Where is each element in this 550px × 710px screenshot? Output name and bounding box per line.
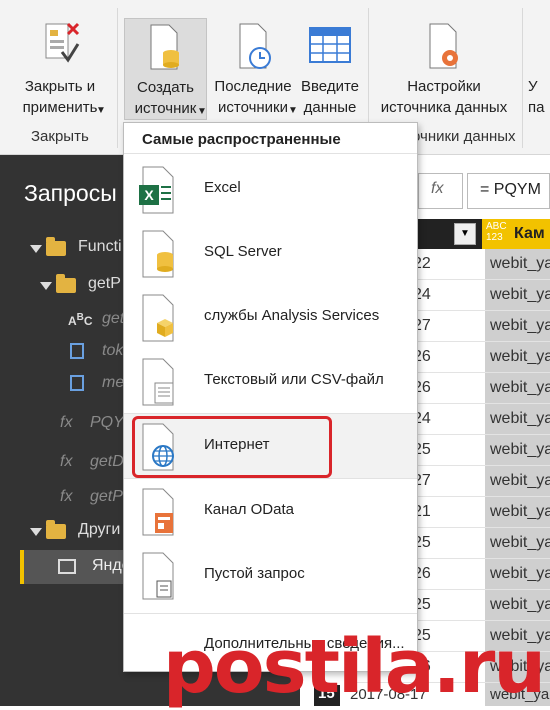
function-icon: fx — [60, 488, 73, 505]
recent-sources-button[interactable]: Последние источники ▼ — [210, 18, 298, 118]
dropdown-divider — [124, 613, 417, 614]
table-icon — [58, 559, 76, 574]
folder-icon — [46, 237, 66, 256]
close-apply-button[interactable]: Закрыть и применить ▼ — [8, 18, 112, 118]
formula-input[interactable]: = PQYM — [467, 173, 550, 209]
column-header-label: Кам — [514, 225, 545, 242]
new-source-button[interactable]: Создать источник ▼ — [124, 18, 207, 120]
table-icon — [309, 27, 351, 63]
function-icon: fx — [60, 414, 73, 431]
partial-ribbon-button[interactable]: У па — [528, 76, 550, 120]
menu-item-text-csv[interactable]: Текстовый или CSV-файл — [124, 349, 417, 413]
query-item-getp[interactable]: getP — [90, 488, 123, 506]
query-item-getd[interactable]: getD — [90, 453, 124, 471]
table-icon — [70, 343, 84, 359]
menu-item-sql-server[interactable]: SQL Server — [124, 221, 417, 285]
new-source-label: Создать источник — [134, 79, 197, 117]
expand-arrow-icon[interactable] — [30, 528, 42, 536]
dropdown-divider — [124, 153, 417, 154]
highlight-frame — [132, 416, 332, 478]
data-source-settings-button[interactable]: Настройки источника данных — [374, 18, 514, 118]
settings-gear-icon — [429, 23, 458, 69]
menu-item-label: Пустой запрос — [204, 565, 305, 582]
function-icon: fx — [60, 453, 73, 470]
new-source-icon — [150, 24, 179, 70]
enter-data-button[interactable]: Введите данные — [298, 18, 362, 118]
close-apply-icon — [45, 22, 80, 63]
folder-icon — [46, 520, 66, 539]
query-folder-functions[interactable]: Functi — [78, 238, 122, 256]
query-item-me[interactable]: me — [102, 374, 124, 392]
odata-icon — [142, 488, 174, 536]
ribbon-separator — [117, 8, 118, 148]
svg-text:X: X — [144, 187, 154, 203]
query-item-get[interactable]: get — [102, 310, 124, 328]
data-source-settings-label: Настройки источника данных — [380, 78, 508, 116]
partial-ribbon-label-2: па — [528, 99, 545, 116]
partial-ribbon-label-1: У — [528, 78, 538, 95]
cube-icon — [142, 294, 174, 342]
text-type-icon: ABC — [68, 312, 93, 328]
expand-arrow-icon[interactable] — [30, 245, 42, 253]
chevron-down-icon: ▼ — [96, 105, 106, 116]
enter-data-label: Введите данные — [301, 78, 359, 116]
column-filter-button[interactable]: ▼ — [454, 223, 476, 245]
table-icon — [70, 375, 84, 391]
excel-icon: X — [139, 166, 174, 214]
menu-item-odata[interactable]: Канал OData — [124, 479, 417, 543]
text-file-icon — [142, 358, 174, 406]
queries-title: Запросы — [24, 180, 117, 206]
database-icon — [142, 230, 174, 278]
chevron-down-icon: ▼ — [288, 105, 298, 116]
query-item-tok[interactable]: tok — [102, 342, 123, 360]
new-source-dropdown: Самые распространенные X Excel SQL Serve… — [123, 122, 418, 672]
query-folder-getp[interactable]: getP — [88, 275, 121, 293]
group-data-sources-label: очники данных — [412, 128, 516, 145]
type-any-icon: ABC 123 — [486, 221, 507, 243]
chevron-down-icon: ▼ — [197, 106, 207, 117]
group-close-label: Закрыть — [31, 128, 89, 145]
menu-item-label: службы Analysis Services — [204, 307, 380, 324]
recent-sources-label: Последние источники — [214, 78, 292, 116]
blank-query-icon — [142, 552, 174, 600]
folder-icon — [56, 274, 76, 293]
menu-item-label: Excel — [204, 179, 241, 196]
query-item-pqy[interactable]: PQY — [90, 414, 124, 432]
menu-item-excel[interactable]: X Excel — [124, 157, 417, 221]
fx-button[interactable]: fx — [418, 173, 463, 209]
menu-item-analysis-services[interactable]: службы Analysis Services — [124, 285, 417, 349]
menu-item-label: Канал OData — [204, 501, 294, 518]
query-folder-other[interactable]: Други — [78, 521, 120, 539]
dropdown-heading: Самые распространенные — [142, 131, 341, 148]
recent-sources-icon — [239, 23, 271, 69]
watermark: postila.ru — [162, 624, 546, 710]
ribbon-separator — [522, 8, 523, 148]
column-header-kam[interactable]: ABC 123 Кам — [482, 219, 550, 249]
menu-item-blank-query[interactable]: Пустой запрос — [124, 543, 417, 607]
expand-arrow-icon[interactable] — [40, 282, 52, 290]
menu-item-label: Текстовый или CSV-файл — [204, 371, 384, 388]
menu-item-label: SQL Server — [204, 243, 282, 260]
